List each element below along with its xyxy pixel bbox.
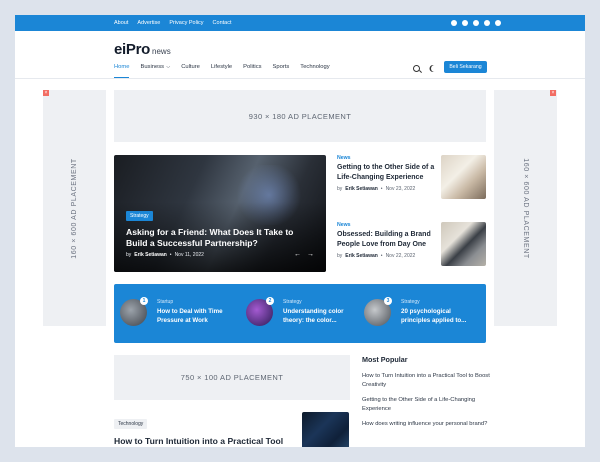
dark-mode-icon[interactable] [431,65,438,72]
strip-card-category[interactable]: Strategy [401,299,420,305]
side-article-2[interactable]: News Obsessed: Building a Brand People L… [337,222,487,278]
hero-date: Nov 11, 2022 [174,252,204,258]
strip-card-title[interactable]: 20 psychological principles applied to..… [401,308,476,325]
left-ad-label: 160 × 600 AD PLACEMENT [71,157,78,259]
strip-card[interactable]: 1 Startup How to Deal with Time Pressure… [120,295,230,331]
facebook-icon[interactable] [451,20,457,26]
popular-item[interactable]: Getting to the Other Side of a Life-Chan… [362,396,492,414]
strip-card[interactable]: 2 Strategy Understanding color theory: t… [246,295,356,331]
strip-card-number: 3 [384,297,392,305]
top-link-privacy-policy[interactable]: Privacy Policy [169,20,203,26]
nav-technology[interactable]: Technology [300,64,329,78]
hero-category-badge[interactable]: Strategy [126,211,153,221]
site-header: eiPro news Home Business ⌵ Culture Lifes… [15,31,585,79]
hero-article[interactable]: Strategy Asking for a Friend: What Does … [114,155,326,272]
search-icon[interactable] [413,65,420,72]
site-logo[interactable]: eiPro news [114,41,171,58]
strip-card-title[interactable]: How to Deal with Time Pressure at Work [157,308,232,325]
side-article-author[interactable]: Erik Setiawan [345,253,378,259]
chevron-down-icon: ⌵ [165,64,171,70]
top-links: About Advertise Privacy Policy Contact [114,20,232,26]
social-icons [451,20,501,26]
hero-title[interactable]: Asking for a Friend: What Does It Take t… [126,227,316,249]
buy-button[interactable]: Beli Sekarang [444,61,487,73]
bottom-category-badge[interactable]: Technology [114,419,148,429]
top-link-contact[interactable]: Contact [213,20,232,26]
most-popular-heading: Most Popular [362,355,408,364]
linkedin-icon[interactable] [473,20,479,26]
side-article-1[interactable]: News Getting to the Other Side of a Life… [337,155,487,211]
main-nav: Home Business ⌵ Culture Lifestyle Politi… [114,64,330,78]
side-article-title[interactable]: Getting to the Other Side of a Life-Chan… [337,163,435,183]
top-link-advertise[interactable]: Advertise [137,20,160,26]
strip-card-number: 2 [266,297,274,305]
bottom-article-thumbnail[interactable] [302,412,349,447]
top-bar: About Advertise Privacy Policy Contact [15,15,585,31]
hero-author[interactable]: Erik Setiawan [134,252,167,258]
strip-card[interactable]: 3 Strategy 20 psychological principles a… [364,295,474,331]
top-link-about[interactable]: About [114,20,128,26]
tiktok-icon[interactable] [462,20,468,26]
bottom-article-title[interactable]: How to Turn Intuition into a Practical T… [114,436,284,447]
most-popular: Most Popular How to Turn Intuition into … [362,355,492,435]
popular-item[interactable]: How to Turn Intuition into a Practical T… [362,372,492,390]
featured-strip: 1 Startup How to Deal with Time Pressure… [114,284,486,343]
nav-sports[interactable]: Sports [273,64,290,78]
nav-home[interactable]: Home [114,64,130,78]
hero-slider-arrows: ← → [294,251,314,258]
side-article-author[interactable]: Erik Setiawan [345,186,378,192]
left-ad-close-icon[interactable]: × [43,90,49,96]
mid-ad-placement[interactable]: 750 × 100 AD PLACEMENT [114,355,350,400]
hero-meta: by Erik Setiawan • Nov 11, 2022 [126,252,204,258]
logo-main: eiPro [114,41,151,58]
nav-lifestyle[interactable]: Lifestyle [211,64,232,78]
strip-card-category[interactable]: Strategy [283,299,302,305]
header-icons [413,65,436,72]
side-article-date: Nov 22, 2022 [385,252,416,259]
nav-business[interactable]: Business ⌵ [140,64,170,78]
twitter-icon[interactable] [484,20,490,26]
right-side-ad[interactable]: 160 × 600 AD PLACEMENT [494,90,557,326]
youtube-icon[interactable] [495,20,501,26]
right-ad-close-icon[interactable]: × [550,90,556,96]
nav-politics[interactable]: Politics [243,64,261,78]
bottom-article[interactable]: Technology How to Turn Intuition into a … [114,412,350,447]
arrow-left-icon[interactable]: ← [294,251,301,258]
strip-card-title[interactable]: Understanding color theory: the color... [283,308,358,325]
popular-item[interactable]: How does writing influence your personal… [362,420,492,429]
logo-suffix: news [152,47,171,56]
left-side-ad[interactable]: 160 × 600 AD PLACEMENT [43,90,106,326]
strip-card-number: 1 [140,297,148,305]
page: About Advertise Privacy Policy Contact e… [15,15,585,447]
side-article-title[interactable]: Obsessed: Building a Brand People Love f… [337,230,435,250]
strip-card-category[interactable]: Startup [157,299,173,305]
side-article-date: Nov 23, 2022 [385,185,416,192]
top-ad-placement[interactable]: 930 × 180 AD PLACEMENT [114,90,486,142]
right-ad-label: 160 × 600 AD PLACEMENT [522,157,529,259]
arrow-right-icon[interactable]: → [307,251,314,258]
side-article-thumbnail[interactable] [441,222,486,266]
nav-business-label: Business [140,64,164,70]
nav-culture[interactable]: Culture [181,64,200,78]
side-article-thumbnail[interactable] [441,155,486,199]
